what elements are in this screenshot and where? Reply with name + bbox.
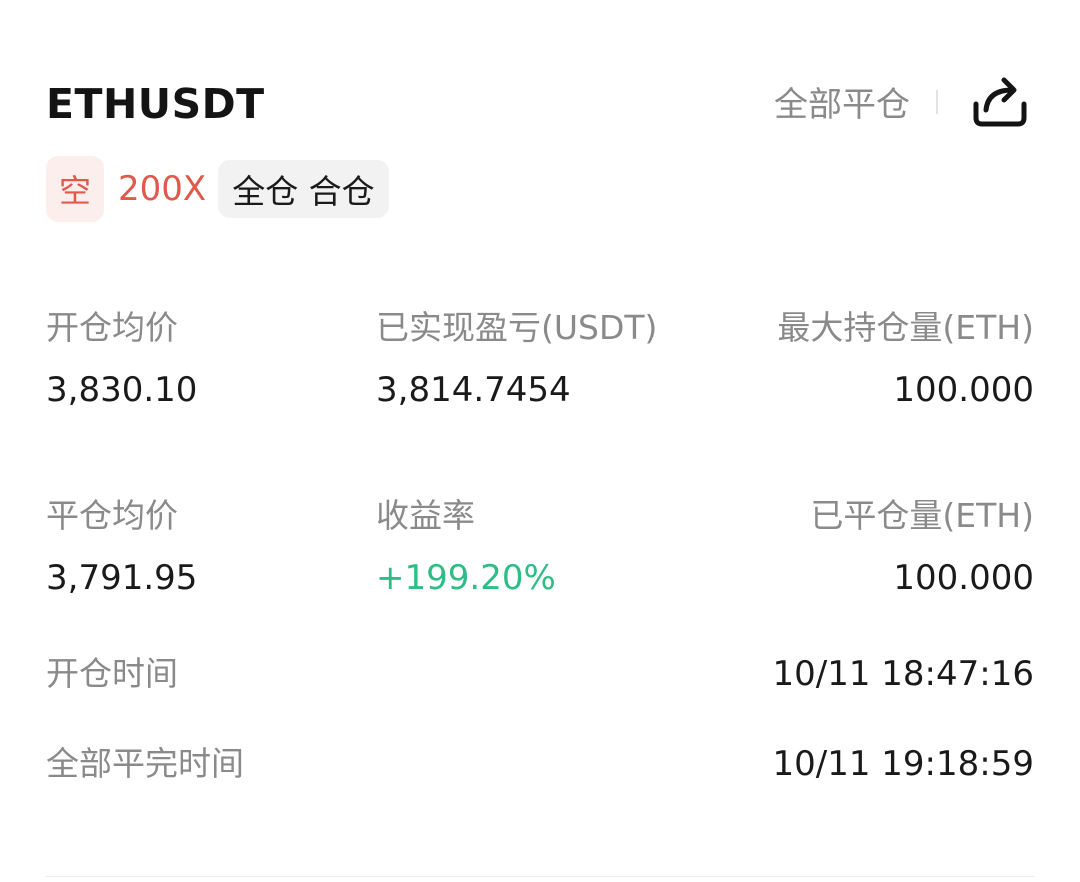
close-time-value: 10/11 19:18:59	[772, 744, 1035, 784]
side-badge: 空	[46, 156, 104, 222]
avg-open-price-value: 3,830.10	[46, 370, 198, 410]
position-history-card: ETHUSDT 全部平仓 空 200X 全仓 合仓 开仓均价 3,830.10 …	[0, 0, 1080, 882]
position-tags: 空 200X 全仓 合仓	[46, 156, 389, 222]
avg-close-price-value: 3,791.95	[46, 558, 198, 598]
avg-open-price-label: 开仓均价	[46, 308, 178, 347]
share-icon[interactable]	[968, 70, 1032, 130]
symbol-title: ETHUSDT	[46, 80, 265, 128]
open-time-value: 10/11 18:47:16	[772, 654, 1035, 694]
realized-pnl-value: 3,814.7454	[376, 370, 571, 410]
roi-label: 收益率	[376, 496, 475, 535]
margin-mode-badge: 全仓 合仓	[218, 160, 389, 218]
close-all-button[interactable]: 全部平仓	[774, 82, 910, 128]
bottom-divider	[46, 876, 1034, 877]
avg-close-price-label: 平仓均价	[46, 496, 178, 535]
close-time-label: 全部平完时间	[46, 744, 244, 783]
closed-amount-label: 已平仓量(ETH)	[810, 496, 1034, 535]
max-position-value: 100.000	[893, 370, 1034, 410]
header-divider	[936, 90, 938, 114]
max-position-label: 最大持仓量(ETH)	[777, 308, 1034, 347]
open-time-label: 开仓时间	[46, 654, 178, 693]
roi-value: +199.20%	[376, 558, 556, 598]
leverage-badge: 200X	[118, 169, 207, 209]
realized-pnl-label: 已实现盈亏(USDT)	[376, 308, 658, 347]
closed-amount-value: 100.000	[893, 558, 1034, 598]
